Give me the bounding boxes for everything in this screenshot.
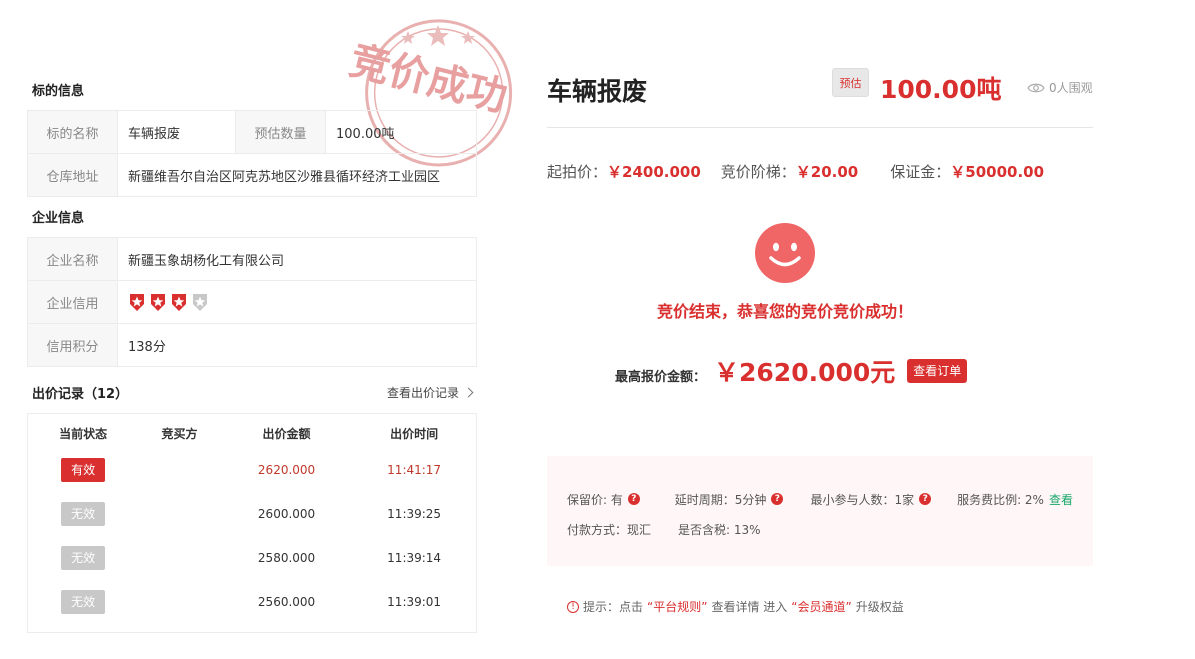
delay-item: 延时周期：5分钟 ? — [675, 491, 811, 508]
smile-icon — [754, 222, 816, 288]
eye-icon — [1027, 83, 1045, 92]
amount-cell: 2600.000 — [257, 507, 316, 521]
view-bids-label: 查看出价记录 — [386, 385, 459, 400]
col-status: 当前状态 — [59, 426, 108, 441]
table-row: 有效 2620.000 11:41:17 — [28, 448, 476, 492]
view-order-button[interactable]: 查看订单 — [907, 359, 968, 383]
credit-star-filled-icon — [151, 293, 165, 311]
amount-cell: 2580.000 — [257, 551, 316, 565]
company-info-table: 企业名称 新疆玉象胡杨化工有限公司 企业信用 信用积分 138分 — [27, 237, 477, 367]
company-credit-label: 企业信用 — [27, 280, 118, 324]
bidder-cell — [138, 580, 221, 624]
min-participants-text: 最小参与人数：1家 — [810, 492, 915, 507]
status-badge: 无效 — [61, 502, 106, 526]
time-cell: 11:39:14 — [387, 551, 442, 565]
credit-rating — [128, 293, 466, 312]
status-badge: 无效 — [61, 590, 106, 614]
company-section-title: 企业信息 — [32, 211, 85, 226]
lot-addr-value: 新疆维吾尔自治区阿克苏地区沙雅县循环经济工业园区 — [117, 153, 477, 197]
table-row: 无效 2600.000 11:39:25 — [28, 492, 476, 536]
alert-icon: ! — [567, 600, 579, 613]
credit-star-filled-icon — [172, 293, 186, 311]
service-fee-item: 服务费比例: 2% 查看 — [957, 491, 1073, 508]
watchers: 0人围观 — [1027, 79, 1093, 96]
estimate-tag: 预估 — [832, 68, 869, 97]
title-row: 车辆报废 预估 100.00吨 0人围观 — [547, 60, 1093, 128]
col-time: 出价时间 — [390, 426, 439, 441]
bidder-cell — [138, 536, 221, 580]
status-badge: 有效 — [61, 458, 106, 482]
col-amount: 出价金额 — [262, 426, 311, 441]
top-bid-label: 最高报价金额： — [615, 369, 707, 385]
page-title: 车辆报废 — [547, 77, 648, 106]
start-price-value: ￥2400.000 — [607, 163, 701, 181]
step-label: 竞价阶梯： — [720, 163, 796, 181]
help-icon[interactable]: ? — [919, 493, 932, 505]
company-name-value: 新疆玉象胡杨化工有限公司 — [117, 237, 477, 281]
lot-name-label: 标的名称 — [27, 110, 118, 154]
lot-info-table: 标的名称 车辆报废 预估数量 100.00吨 仓库地址 新疆维吾尔自治区阿克苏地… — [27, 110, 477, 197]
reserve-item: 保留价: 有 ? — [567, 491, 675, 508]
tip-middle: 查看详情 进入 — [711, 600, 788, 614]
top-bid-amount: ￥2620.000元 — [714, 358, 896, 387]
payment-text: 付款方式：现汇 — [567, 522, 652, 537]
bidder-cell — [138, 492, 221, 536]
platform-rules-link[interactable]: “平台规则” — [647, 598, 707, 615]
company-name-label: 企业名称 — [27, 237, 118, 281]
bids-table: 当前状态 竞买方 出价金额 出价时间 有效 2620.000 11:41:17 … — [28, 418, 476, 624]
top-bid: 最高报价金额： ￥2620.000元 查看订单 — [615, 353, 968, 389]
tip-line: ! 提示：点击 “平台规则” 查看详情 进入 “会员通道” 升级权益 — [567, 598, 904, 615]
bids-title: 出价记录（12） — [32, 386, 129, 402]
bids-table-box: 当前状态 竞买方 出价金额 出价时间 有效 2620.000 11:41:17 … — [27, 413, 477, 633]
col-bidder: 竞买方 — [161, 426, 198, 441]
amount-cell: 2620.000 — [257, 463, 316, 477]
lot-qty-value: 100.00吨 — [325, 110, 477, 154]
tip-suffix: 升级权益 — [855, 600, 904, 614]
watchers-count: 0人围观 — [1049, 81, 1093, 95]
credit-score-value: 138分 — [117, 323, 477, 367]
price-info: 起拍价：￥2400.000 竞价阶梯：￥20.00 保证金：￥50000.00 — [547, 161, 1093, 182]
time-cell: 11:39:25 — [387, 507, 442, 521]
lot-addr-label: 仓库地址 — [27, 153, 118, 197]
table-row: 无效 2560.000 11:39:01 — [28, 580, 476, 624]
service-fee-link[interactable]: 查看 — [1049, 491, 1073, 508]
time-cell: 11:39:01 — [387, 595, 442, 609]
tax-text: 是否含税: 13% — [678, 522, 761, 537]
chevron-right-icon — [463, 387, 474, 397]
quantity-value: 100.00吨 — [880, 75, 1002, 104]
step-value: ￥20.00 — [795, 163, 859, 181]
right-column: 车辆报废 预估 100.00吨 0人围观 起拍价：￥2400.000 竞价阶梯：… — [547, 60, 1093, 614]
help-icon[interactable]: ? — [771, 493, 784, 505]
view-bids-link[interactable]: 查看出价记录 — [386, 384, 474, 401]
success-message: 竞价结束，恭喜您的竞价竞价成功！ — [656, 302, 913, 321]
deposit-label: 保证金： — [890, 163, 951, 181]
deposit-value: ￥50000.00 — [950, 163, 1045, 181]
service-fee-text: 服务费比例: 2% — [957, 492, 1044, 507]
help-icon[interactable]: ? — [627, 493, 640, 505]
rules-panel: 保留价: 有 ? 延时周期：5分钟 ? 最小参与人数：1家 ? 服务费比例: 2… — [547, 456, 1093, 566]
time-cell: 11:41:17 — [387, 463, 442, 477]
lot-section-title: 标的信息 — [32, 84, 85, 99]
credit-score-label: 信用积分 — [27, 323, 118, 367]
member-channel-link[interactable]: “会员通道” — [791, 598, 851, 615]
status-badge: 无效 — [61, 546, 106, 570]
lot-name-value: 车辆报废 — [117, 110, 236, 154]
reserve-text: 保留价: 有 — [567, 492, 623, 507]
left-column: 标的信息 标的名称 车辆报废 预估数量 100.00吨 仓库地址 新疆维吾尔自治… — [27, 70, 477, 633]
table-row: 无效 2580.000 11:39:14 — [28, 536, 476, 580]
credit-star-empty-icon — [193, 293, 207, 311]
start-price-label: 起拍价： — [547, 163, 608, 181]
bidder-cell — [138, 448, 221, 492]
min-participants-item: 最小参与人数：1家 ? — [811, 491, 958, 508]
amount-cell: 2560.000 — [257, 595, 316, 609]
lot-qty-label: 预估数量 — [235, 110, 326, 154]
delay-text: 延时周期：5分钟 — [674, 492, 767, 507]
bids-header: 出价记录（12） 查看出价记录 — [27, 367, 477, 413]
credit-star-filled-icon — [130, 293, 144, 311]
tip-prefix: 提示：点击 — [583, 600, 644, 614]
